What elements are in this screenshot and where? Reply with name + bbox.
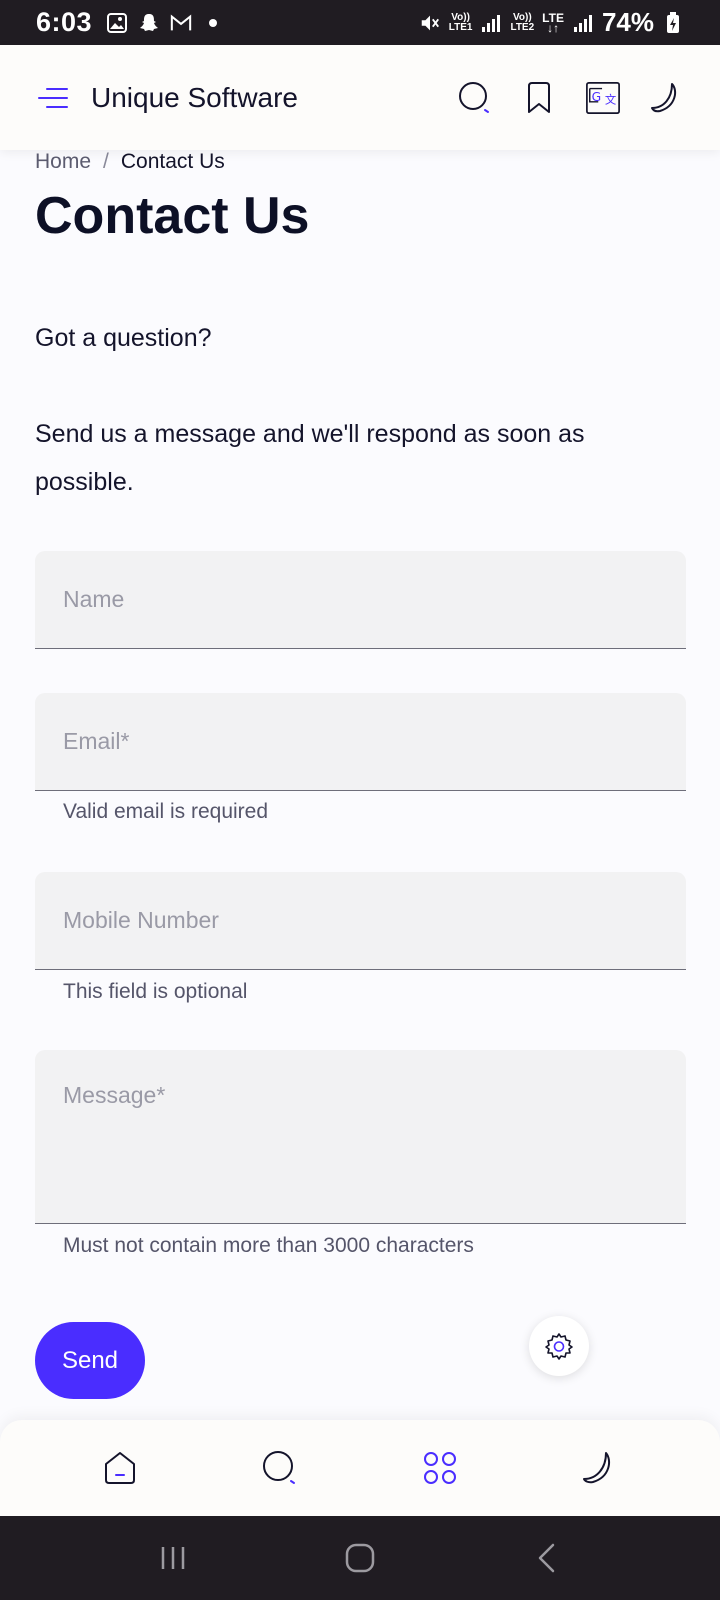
sim2-label: Vo)) LTE2 (510, 11, 535, 33)
message-field[interactable] (35, 1050, 686, 1224)
search-icon (263, 1451, 295, 1484)
send-button[interactable]: Send (35, 1322, 145, 1399)
email-field[interactable] (35, 693, 686, 791)
status-bar: 6:03 Vo)) LTE1 Vo)) LTE2 LTE ↓↑ 74% (0, 0, 720, 45)
app-bar: Unique Software G文 (0, 45, 720, 150)
intro-question: Got a question? (35, 324, 212, 352)
breadcrumb-separator: / (103, 150, 109, 173)
status-right: Vo)) LTE1 Vo)) LTE2 LTE ↓↑ 74% (419, 7, 684, 38)
more-notifications-dot-icon (202, 12, 224, 34)
nav-home-button[interactable] (95, 1443, 145, 1493)
svg-text:G: G (592, 89, 602, 103)
menu-icon[interactable] (35, 80, 71, 116)
bookmark-icon[interactable] (521, 80, 557, 116)
system-nav-bar (0, 1516, 720, 1600)
message-input[interactable] (63, 1050, 658, 1190)
app-title[interactable]: Unique Software (91, 82, 298, 114)
back-icon (538, 1543, 554, 1573)
sim1-label: Vo)) LTE1 (448, 11, 473, 33)
sim1-label-bottom: LTE1 (448, 21, 473, 33)
lte-label: LTE ↓↑ (542, 12, 564, 34)
message-helper-text: Must not contain more than 3000 characte… (63, 1234, 474, 1257)
mute-icon (419, 12, 441, 34)
mobile-helper-text: This field is optional (63, 980, 248, 1003)
status-time: 6:03 (36, 7, 93, 37)
recent-apps-icon (162, 1547, 185, 1569)
email-input[interactable] (63, 728, 658, 755)
name-input[interactable] (63, 586, 658, 613)
page-title: Contact Us (35, 187, 310, 245)
recent-apps-button[interactable] (148, 1533, 198, 1583)
settings-button[interactable] (529, 1316, 589, 1376)
breadcrumb-current: Contact Us (120, 150, 225, 173)
breadcrumb: Home / Contact Us (35, 150, 225, 174)
bottom-nav (0, 1420, 720, 1516)
signal-icon (572, 12, 594, 34)
back-button[interactable] (522, 1533, 572, 1583)
battery-percent: 74% (601, 7, 654, 37)
name-field[interactable] (35, 551, 686, 649)
nav-search-button[interactable] (255, 1443, 305, 1493)
signal-icon (480, 12, 502, 34)
breadcrumb-home-link[interactable]: Home (35, 150, 91, 174)
gallery-icon (106, 12, 128, 34)
sim2-label-top: Vo)) (512, 11, 532, 23)
home-circle-icon (345, 1543, 375, 1573)
svg-text:文: 文 (605, 92, 616, 106)
nav-theme-button[interactable] (575, 1443, 625, 1493)
intro-text: Send us a message and we'll respond as s… (35, 420, 585, 496)
moon-icon (583, 1452, 611, 1484)
mobile-field[interactable] (35, 872, 686, 970)
home-icon (105, 1452, 135, 1484)
home-system-button[interactable] (335, 1533, 385, 1583)
snapchat-icon (138, 12, 160, 34)
gear-icon (545, 1333, 573, 1360)
nav-apps-button[interactable] (415, 1443, 465, 1493)
email-helper-text: Valid email is required (63, 800, 269, 823)
mobile-input[interactable] (63, 907, 658, 934)
search-icon[interactable] (457, 80, 493, 116)
app-actions: G文 (457, 80, 685, 116)
translate-icon[interactable]: G文 (585, 80, 621, 116)
battery-icon (662, 11, 684, 34)
sim1-label-top: Vo)) (451, 11, 470, 23)
sim2-label-bottom: LTE2 (510, 21, 535, 33)
gmail-icon (170, 12, 192, 34)
apps-icon (424, 1452, 456, 1484)
notification-icons (106, 12, 224, 34)
moon-icon[interactable] (649, 80, 685, 116)
